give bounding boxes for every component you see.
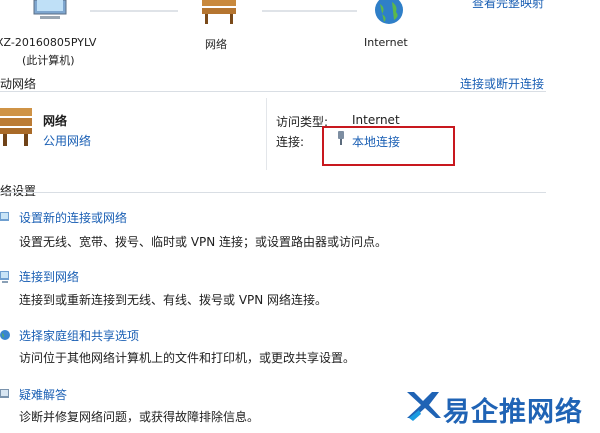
computer-icon bbox=[30, 0, 70, 22]
new-connection-icon bbox=[0, 210, 12, 229]
network-bench-icon bbox=[0, 104, 32, 148]
view-full-map-link[interactable]: 查看完整映射 bbox=[472, 0, 544, 11]
connection-label: 连接: bbox=[276, 135, 305, 149]
access-type-label: 访问类型: bbox=[276, 115, 329, 129]
network-settings-title: 络设置 bbox=[0, 184, 37, 198]
map-link-line-2 bbox=[262, 10, 357, 12]
active-networks-title: 动网络 bbox=[0, 77, 37, 91]
watermark-text: 易企推网络 bbox=[443, 397, 583, 428]
bench-icon bbox=[200, 0, 238, 24]
task-desc-homegroup: 访问位于其他网络计算机上的文件和打印机，或更改共享设置。 bbox=[19, 351, 356, 365]
task-link-troubleshoot[interactable]: 疑难解答 bbox=[19, 386, 67, 403]
task-link-new-connection[interactable]: 设置新的连接或网络 bbox=[19, 209, 127, 226]
task-desc-connect-network: 连接到或重新连接到无线、有线、拨号或 VPN 网络连接。 bbox=[19, 293, 328, 307]
homegroup-icon bbox=[0, 328, 12, 347]
access-type-value: Internet bbox=[352, 113, 400, 127]
network-map-label: 网络 bbox=[205, 38, 227, 51]
network-type-link[interactable]: 公用网络 bbox=[43, 132, 91, 149]
active-networks-rule bbox=[0, 91, 546, 92]
network-name: 网络 bbox=[43, 114, 68, 128]
connect-disconnect-link[interactable]: 连接或断开连接 bbox=[460, 75, 544, 92]
active-networks-separator bbox=[266, 98, 267, 170]
task-desc-new-connection: 设置无线、宽带、拨号、临时或 VPN 连接；或设置路由器或访问点。 bbox=[19, 235, 388, 249]
map-link-line-1 bbox=[90, 10, 178, 12]
globe-icon bbox=[372, 0, 406, 26]
troubleshoot-icon bbox=[0, 387, 12, 406]
computer-sub-label: (此计算机) bbox=[22, 54, 75, 67]
task-link-homegroup[interactable]: 选择家庭组和共享选项 bbox=[19, 327, 139, 344]
task-link-connect-network[interactable]: 连接到网络 bbox=[19, 268, 79, 285]
watermark-logo-icon bbox=[405, 388, 441, 422]
computer-name-label: XZ-20160805PYLV bbox=[0, 36, 97, 49]
connect-network-icon bbox=[0, 269, 12, 288]
network-settings-rule bbox=[0, 192, 546, 193]
task-desc-troubleshoot: 诊断并修复网络问题，或获得故障排除信息。 bbox=[19, 410, 260, 424]
highlight-box bbox=[322, 126, 455, 166]
internet-map-label: Internet bbox=[364, 36, 408, 49]
